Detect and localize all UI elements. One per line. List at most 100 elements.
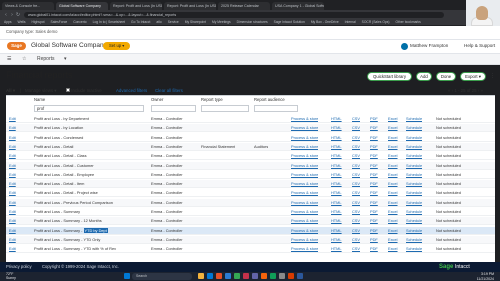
taskbar-app-icon[interactable] [234, 273, 240, 279]
action-link-schedule[interactable]: Schedule [406, 208, 422, 216]
action-link-csv[interactable]: CSV [352, 245, 360, 253]
action-link-csv[interactable]: CSV [352, 236, 360, 244]
user-name[interactable]: Matthew Frampton [410, 42, 448, 50]
manage-views-dropdown[interactable]: Manage views ▾ [25, 87, 57, 94]
taskbar-app-icon[interactable] [297, 273, 303, 279]
action-link-csv[interactable]: CSV [352, 189, 360, 197]
bookmark-item[interactable]: Dimension structures [237, 20, 268, 24]
taskbar-app-icon[interactable] [243, 273, 249, 279]
edit-link[interactable]: Edit [9, 227, 16, 235]
bookmark-item[interactable]: Sage Intacct Solution [274, 20, 305, 24]
action-link-schedule[interactable]: Schedule [406, 134, 422, 142]
action-link-process-store[interactable]: Process & store [291, 134, 318, 142]
report-type-filter-input[interactable] [201, 105, 249, 112]
action-link-process-store[interactable]: Process & store [291, 227, 318, 235]
advanced-filters-link[interactable]: Advanced filters [116, 87, 147, 94]
action-link-html[interactable]: HTML [331, 152, 342, 160]
action-link-excel[interactable]: Excel [388, 171, 398, 179]
reload-icon[interactable]: ↻ [15, 12, 21, 18]
action-link-html[interactable]: HTML [331, 217, 342, 225]
more-options-icon[interactable]: ⋮ [490, 73, 495, 79]
taskbar-app-icon[interactable] [252, 273, 258, 279]
edit-link[interactable]: Edit [9, 134, 16, 142]
weather-widget[interactable]: 72°F Sunny [6, 272, 16, 280]
action-link-html[interactable]: HTML [331, 180, 342, 188]
action-link-excel[interactable]: Excel [388, 217, 398, 225]
action-link-excel[interactable]: Excel [388, 180, 398, 188]
quickstart-library-button[interactable]: QuickStart library [367, 72, 412, 81]
table-row[interactable]: Edit Profit and Loss - Summary - 12 Month… [6, 217, 495, 226]
action-link-csv[interactable]: CSV [352, 227, 360, 235]
star-icon[interactable]: ☆ [22, 55, 26, 64]
action-link-pdf[interactable]: PDF [370, 208, 378, 216]
action-link-pdf[interactable]: PDF [370, 124, 378, 132]
edit-link[interactable]: Edit [9, 162, 16, 170]
taskbar-app-icon[interactable] [216, 273, 222, 279]
action-link-csv[interactable]: CSV [352, 180, 360, 188]
taskbar-app-icon[interactable] [225, 273, 231, 279]
table-row[interactable]: Edit Profit and Loss - by Department Emma … [6, 115, 495, 123]
action-link-schedule[interactable]: Schedule [406, 245, 422, 253]
edit-link[interactable]: Edit [9, 143, 16, 151]
action-link-csv[interactable]: CSV [352, 217, 360, 225]
action-link-html[interactable]: HTML [331, 236, 342, 244]
browser-tab[interactable]: Views & Console fre... [2, 2, 54, 10]
bookmark-item[interactable]: SOCR (Sales Ops) [362, 20, 390, 24]
action-link-process-store[interactable]: Process & store [291, 124, 318, 132]
clear-all-filters-link[interactable]: Clear all filters [155, 87, 183, 94]
table-row[interactable]: Edit Profit and Loss - Detail - Item Emma … [6, 180, 495, 189]
edit-link[interactable]: Edit [9, 171, 16, 179]
action-link-process-store[interactable]: Process & store [291, 143, 318, 151]
bookmark-item[interactable]: Wells [18, 20, 26, 24]
column-header-name[interactable]: Name [34, 96, 45, 104]
table-row[interactable]: Edit Profit and Loss - Detail - Project w… [6, 189, 495, 198]
edit-link[interactable]: Edit [9, 124, 16, 132]
browser-tab[interactable]: Report: Profit and Loss (In USD) [110, 2, 162, 10]
edit-link[interactable]: Edit [9, 245, 16, 253]
action-link-pdf[interactable]: PDF [370, 245, 378, 253]
bookmark-item[interactable]: Go To Intacct [131, 20, 150, 24]
action-link-schedule[interactable]: Schedule [406, 189, 422, 197]
action-link-process-store[interactable]: Process & store [291, 115, 318, 123]
column-header-report-type[interactable]: Report type [201, 96, 223, 104]
action-link-html[interactable]: HTML [331, 134, 342, 142]
action-link-excel[interactable]: Excel [388, 143, 398, 151]
bookmark-item[interactable]: Highspot [32, 20, 45, 24]
bookmark-item[interactable]: Other bookmarks [396, 20, 421, 24]
help-link[interactable]: Help & Support [464, 42, 495, 50]
setup-button[interactable]: Set up ▾ [103, 42, 131, 50]
action-link-html[interactable]: HTML [331, 171, 342, 179]
action-link-process-store[interactable]: Process & store [291, 199, 318, 207]
table-row[interactable]: Edit Profit and Loss - Summary - YTD Only… [6, 235, 495, 244]
done-button[interactable]: Done [436, 72, 456, 81]
sage-logo[interactable]: Sage [7, 42, 26, 50]
action-link-excel[interactable]: Excel [388, 115, 398, 123]
action-link-schedule[interactable]: Schedule [406, 143, 422, 151]
windows-start-icon[interactable] [124, 273, 130, 279]
action-link-pdf[interactable]: PDF [370, 115, 378, 123]
taskbar-app-icon[interactable] [279, 273, 285, 279]
taskbar-app-icon[interactable] [198, 273, 204, 279]
include-inactive-checkbox[interactable]: Include Inactive [66, 87, 102, 94]
table-row[interactable]: Edit Profit and Loss - Summary - YTD by D… [6, 226, 495, 235]
table-row[interactable]: Edit Profit and Loss - Detail - Class Emma… [6, 152, 495, 161]
action-link-pdf[interactable]: PDF [370, 199, 378, 207]
action-link-html[interactable]: HTML [331, 189, 342, 197]
action-link-csv[interactable]: CSV [352, 115, 360, 123]
action-link-pdf[interactable]: PDF [370, 171, 378, 179]
action-link-pdf[interactable]: PDF [370, 180, 378, 188]
action-link-process-store[interactable]: Process & store [291, 162, 318, 170]
action-link-process-store[interactable]: Process & store [291, 245, 318, 253]
action-link-excel[interactable]: Excel [388, 245, 398, 253]
column-header-owner[interactable]: Owner [151, 96, 163, 104]
action-link-schedule[interactable]: Schedule [406, 115, 422, 123]
taskbar-app-icon[interactable] [207, 273, 213, 279]
action-link-excel[interactable]: Excel [388, 152, 398, 160]
taskbar-clock[interactable]: 3:19 PM 11/21/2024 [466, 272, 494, 281]
action-link-csv[interactable]: CSV [352, 208, 360, 216]
bookmark-item[interactable]: My Sharepoint [185, 20, 206, 24]
action-link-process-store[interactable]: Process & store [291, 189, 318, 197]
action-link-pdf[interactable]: PDF [370, 236, 378, 244]
table-row[interactable]: Edit Profit and Loss - Condensed Emma - Co… [6, 134, 495, 142]
owner-filter-input[interactable] [151, 105, 196, 112]
